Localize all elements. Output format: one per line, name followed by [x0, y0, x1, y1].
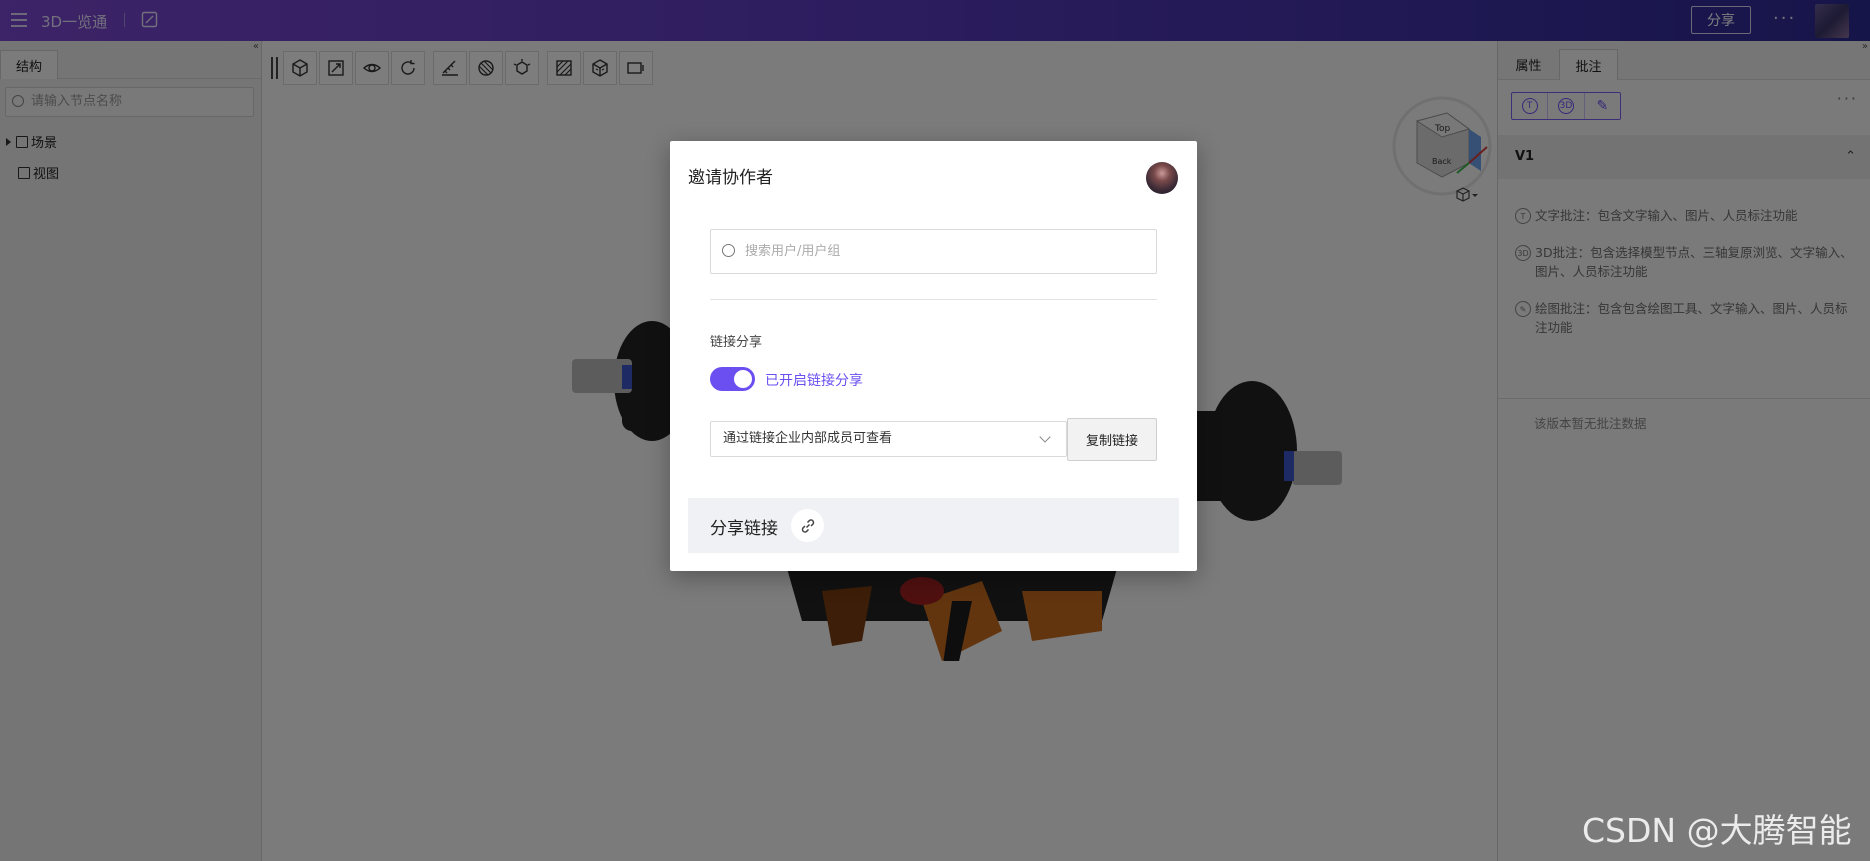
dialog-title: 邀请协作者	[688, 168, 773, 188]
share-link-bar: 分享链接	[688, 498, 1179, 553]
search-icon	[722, 244, 735, 257]
chevron-down-icon	[1039, 431, 1051, 443]
share-link-label: 分享链接	[710, 519, 778, 539]
toggle-status-text: 已开启链接分享	[765, 373, 863, 389]
invite-collaborators-dialog: 邀请协作者 搜索用户/用户组 链接分享 已开启链接分享 通过链接企业内部成员可查…	[670, 141, 1197, 571]
link-share-label: 链接分享	[710, 335, 763, 350]
link-share-toggle[interactable]	[710, 367, 755, 391]
link-icon[interactable]	[791, 509, 824, 542]
watermark: CSDN @大腾智能	[1582, 811, 1852, 850]
toggle-knob	[734, 370, 752, 388]
divider	[710, 299, 1157, 300]
avatar[interactable]	[1146, 162, 1178, 194]
user-search-input[interactable]: 搜索用户/用户组	[710, 229, 1157, 274]
permission-value: 通过链接企业内部成员可查看	[723, 431, 893, 446]
permission-select[interactable]: 通过链接企业内部成员可查看	[710, 421, 1067, 457]
copy-link-button[interactable]: 复制链接	[1067, 418, 1157, 461]
